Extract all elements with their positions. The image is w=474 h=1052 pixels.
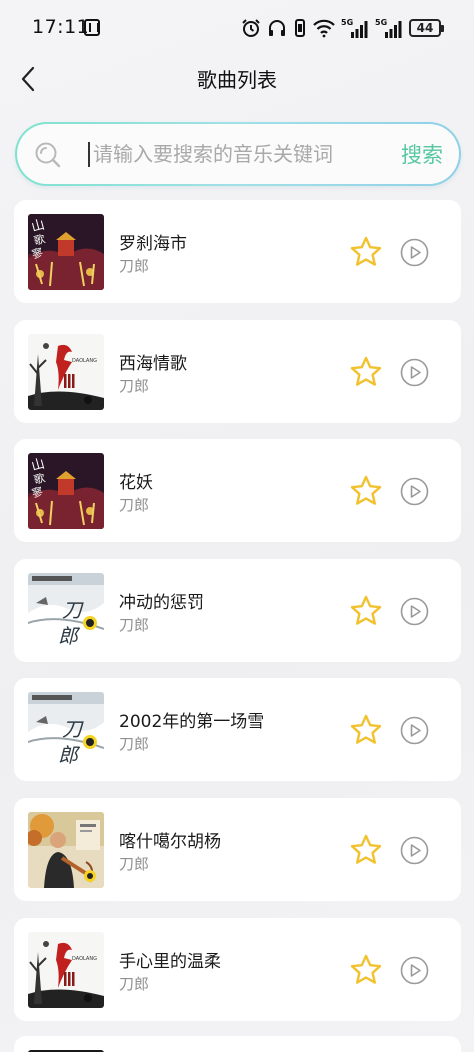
album-cover-shange: 山 歌 寥	[28, 453, 104, 530]
song-item[interactable]: 刀 郎 2002年的第一场雪 刀郎	[14, 678, 461, 782]
play-icon[interactable]	[400, 238, 429, 267]
svg-text:DAOLANG: DAOLANG	[72, 956, 97, 962]
favorite-star-icon[interactable]	[349, 953, 383, 987]
song-artist: 刀郎	[119, 376, 150, 395]
play-icon[interactable]	[400, 956, 429, 985]
svg-text:刀: 刀	[62, 598, 84, 622]
song-item[interactable]: 山 歌 寥 花妖 刀郎	[14, 439, 461, 543]
song-artist: 刀郎	[119, 615, 150, 634]
vibrate-icon	[295, 19, 305, 37]
svg-text:郎: 郎	[58, 743, 81, 767]
favorite-star-icon[interactable]	[349, 594, 383, 628]
song-item[interactable]: DAOLANG 手心里的温柔 刀郎	[14, 917, 461, 1021]
song-item[interactable]: 山 歌 寥 罗刹海市 刀郎	[14, 200, 461, 303]
song-title: 冲动的惩罚	[119, 592, 204, 613]
status-time: 17:11	[32, 16, 90, 38]
search-icon	[35, 142, 61, 168]
play-icon[interactable]	[400, 836, 429, 865]
search-bar: 搜索	[15, 122, 461, 186]
favorite-star-icon[interactable]	[349, 713, 383, 747]
song-item[interactable]: 喀什噶尔胡杨 刀郎	[14, 797, 461, 901]
play-icon[interactable]	[400, 716, 429, 745]
song-item[interactable]: 刀 郎 冲动的惩罚 刀郎	[14, 558, 461, 662]
song-artist: 刀郎	[119, 854, 150, 873]
song-title: 喀什噶尔胡杨	[119, 831, 221, 852]
favorite-star-icon[interactable]	[349, 474, 383, 508]
header: 歌曲列表	[0, 56, 474, 102]
album-cover-daolang-2002: 刀 郎	[28, 692, 104, 769]
status-icons: 5G 5G 44	[241, 17, 444, 39]
song-title: 手心里的温柔	[119, 951, 221, 972]
song-title: 西海情歌	[119, 353, 187, 374]
song-artist: 刀郎	[119, 974, 150, 993]
favorite-star-icon[interactable]	[349, 833, 383, 867]
headphones-icon	[269, 20, 285, 36]
song-artist: 刀郎	[119, 496, 150, 515]
play-icon[interactable]	[400, 477, 429, 506]
status-bar: 17:11 5G 5G 44	[0, 0, 474, 56]
play-icon[interactable]	[400, 358, 429, 387]
play-icon[interactable]	[400, 597, 429, 626]
signal-icon-2: 5G	[375, 18, 402, 38]
svg-text:DAOLANG: DAOLANG	[72, 358, 97, 364]
search-input[interactable]	[93, 139, 393, 169]
song-artist: 刀郎	[119, 735, 150, 754]
album-cover-daolang-iii: DAOLANG	[28, 333, 104, 410]
favorite-star-icon[interactable]	[349, 235, 383, 269]
wifi-icon	[313, 19, 335, 38]
search-button[interactable]: 搜索	[401, 139, 443, 169]
song-title: 2002年的第一场雪	[119, 712, 265, 733]
alarm-icon	[242, 19, 260, 37]
album-cover-daolang-iii: DAOLANG	[28, 931, 104, 1008]
svg-text:刀: 刀	[62, 717, 84, 741]
song-title: 罗刹海市	[119, 234, 187, 254]
album-cover-shange: 山 歌 寥	[28, 214, 104, 290]
signal-icon-1: 5G	[341, 18, 368, 38]
song-list: 山 歌 寥 罗刹海市 刀郎 DAOLANG 西海情歌 刀郎 山 歌 寥 花妖 刀…	[14, 200, 461, 1037]
network-label-2: 5G	[375, 18, 387, 27]
song-artist: 刀郎	[119, 257, 150, 275]
nfc-icon	[84, 19, 100, 36]
battery-level: 44	[409, 19, 441, 37]
network-label-1: 5G	[341, 18, 353, 27]
song-title: 花妖	[119, 473, 153, 494]
song-item-partial[interactable]	[14, 1036, 461, 1052]
page-title: 歌曲列表	[197, 68, 277, 92]
text-cursor	[88, 142, 90, 167]
song-item[interactable]: DAOLANG 西海情歌 刀郎	[14, 319, 461, 423]
svg-text:郎: 郎	[58, 624, 81, 648]
battery-icon: 44	[409, 19, 444, 37]
album-cover-kashgar	[28, 811, 104, 888]
app-screen: 17:11 5G 5G 44 歌曲列表 请输入要搜索的音乐关键词 搜索 山 歌 …	[0, 0, 474, 1052]
favorite-star-icon[interactable]	[349, 355, 383, 389]
album-cover-daolang-2002: 刀 郎	[28, 572, 104, 649]
